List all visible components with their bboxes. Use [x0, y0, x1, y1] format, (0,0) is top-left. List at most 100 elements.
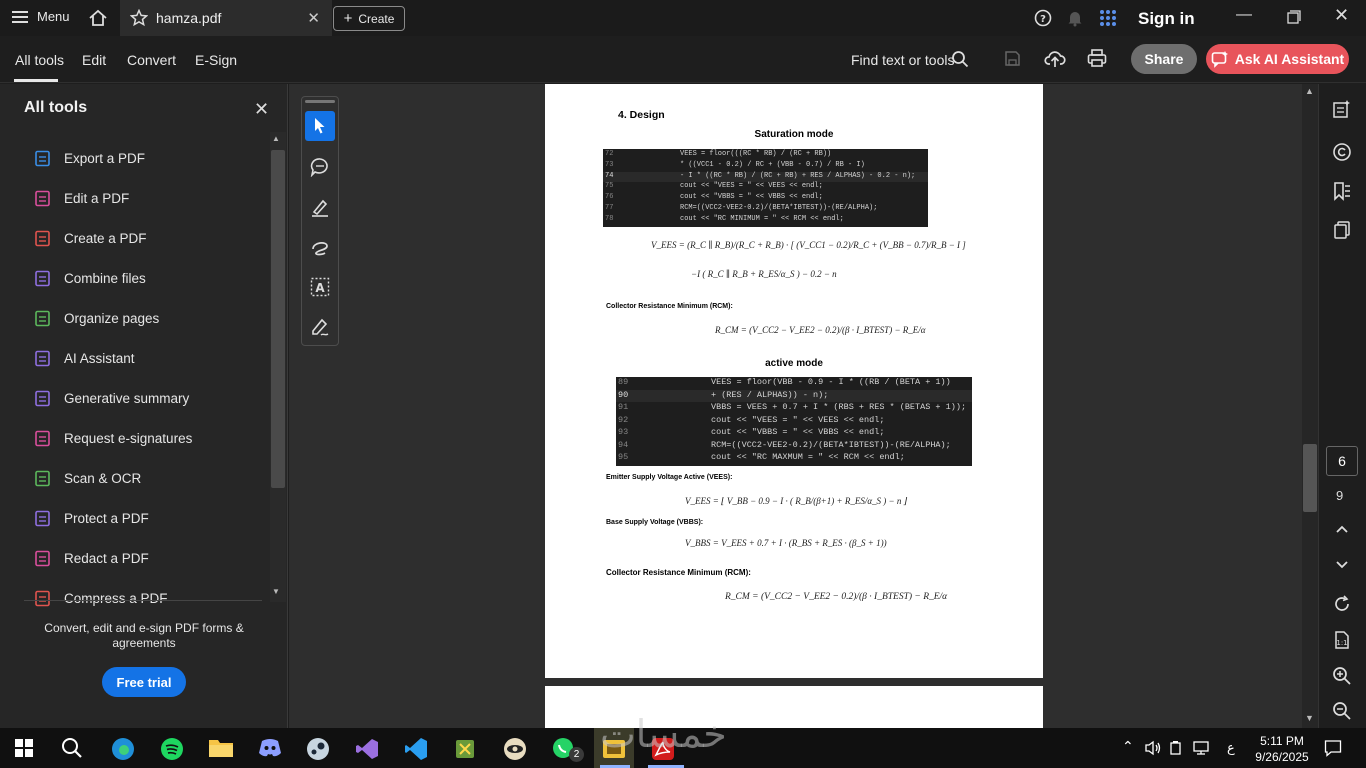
code-text: VEES = floor(((RC * RB) / (RC + RB)): [680, 150, 832, 158]
tool-item-redact-a-pdf[interactable]: Redact a PDF: [34, 546, 149, 570]
windows-start-icon[interactable]: [15, 739, 33, 757]
close-tab-icon[interactable]: ✕: [307, 9, 320, 27]
code-text: cout << "VBBS = " << VBBS << endl;: [680, 193, 823, 202]
tool-item-request-e-signatures[interactable]: Request e-signatures: [34, 426, 192, 450]
tab-edit[interactable]: Edit: [82, 52, 106, 68]
tool-icon: [35, 510, 50, 526]
scroll-up-icon[interactable]: ▲: [272, 134, 280, 143]
code-line: 74 - I * ((RC * RB) / (RC + RB) + RES / A…: [603, 171, 928, 183]
chevron-down-icon[interactable]: [1335, 560, 1349, 570]
equation-vbbs: V_BBS = V_EES + 0.7 + I · (R_BS + R_ES ·…: [685, 538, 887, 548]
battery-icon[interactable]: [1168, 740, 1184, 756]
system-clock[interactable]: 5:11 PM 9/26/2025: [1250, 733, 1314, 765]
line-number: 76: [605, 193, 614, 202]
steam-icon[interactable]: [306, 737, 330, 761]
tool-item-combine-files[interactable]: Combine files: [34, 266, 146, 290]
zoom-out-icon[interactable]: [1332, 701, 1352, 721]
snipping-tool-icon[interactable]: [453, 737, 477, 761]
notifications-icon[interactable]: [1324, 739, 1342, 757]
code-text: VBBS = VEES + 0.7 + I * (RBS + RES * (BE…: [711, 402, 967, 412]
free-trial-button[interactable]: Free trial: [102, 667, 186, 697]
apps-grid-icon[interactable]: [1099, 9, 1117, 27]
taskbar-search-icon[interactable]: [61, 737, 83, 759]
tool-item-edit-a-pdf[interactable]: Edit a PDF: [34, 186, 129, 210]
tool-item-generative-summary[interactable]: Generative summary: [34, 386, 189, 410]
saturation-mode-title: Saturation mode: [754, 129, 834, 140]
tool-item-ai-assistant[interactable]: AI Assistant: [34, 346, 135, 370]
ask-ai-assistant-button[interactable]: Ask AI Assistant: [1206, 44, 1349, 74]
panel-close-icon[interactable]: ✕: [254, 99, 269, 120]
panel-scrollbar-thumb[interactable]: [271, 150, 285, 488]
equation-rcm-active: R_CM = (V_CC2 − V_EE2 − 0.2)/(β · I_BTES…: [725, 592, 948, 602]
code-line: 93 cout << "VBBS = " << VBBS << endl;: [616, 427, 972, 440]
tool-item-scan-ocr[interactable]: Scan & OCR: [34, 466, 141, 490]
tool-item-organize-pages[interactable]: Organize pages: [34, 306, 159, 330]
sign-in-link[interactable]: Sign in: [1138, 9, 1195, 29]
tool-icon: [35, 270, 50, 286]
document-scrollbar-thumb[interactable]: [1303, 444, 1317, 512]
tool-icon: [35, 230, 50, 246]
total-pages: 9: [1336, 488, 1344, 503]
network-icon[interactable]: [1192, 740, 1210, 756]
tray-chevron-up-icon[interactable]: ⌃: [1122, 738, 1134, 755]
draw-tool-icon[interactable]: [310, 237, 330, 257]
comments-icon[interactable]: [1332, 142, 1352, 162]
select-tool-button[interactable]: [305, 111, 335, 141]
hamburger-icon: [12, 10, 28, 23]
search-icon[interactable]: [951, 50, 969, 68]
rotate-icon[interactable]: [1332, 594, 1352, 614]
volume-icon[interactable]: [1144, 740, 1162, 756]
tool-item-export-a-pdf[interactable]: Export a PDF: [34, 146, 145, 170]
restore-icon[interactable]: [1287, 10, 1301, 24]
file-explorer-icon[interactable]: [208, 737, 234, 759]
sign-tool-icon[interactable]: [310, 317, 330, 337]
bell-icon[interactable]: [1066, 9, 1084, 27]
spotify-icon[interactable]: [160, 737, 184, 761]
pages-icon[interactable]: [1332, 220, 1352, 240]
share-button[interactable]: Share: [1131, 44, 1197, 74]
cloud-upload-icon[interactable]: [1044, 49, 1066, 68]
edge-icon[interactable]: [111, 737, 135, 761]
save-icon[interactable]: [1004, 50, 1021, 67]
svg-text:1:1: 1:1: [1336, 639, 1347, 647]
vscode-icon[interactable]: [404, 737, 428, 761]
highlight-tool-icon[interactable]: [310, 197, 330, 217]
window-close-icon[interactable]: ✕: [1334, 5, 1349, 26]
tool-item-create-a-pdf[interactable]: Create a PDF: [34, 226, 147, 250]
equation-vees-saturation-line1: V_EES = (R_C ∥ R_B)/(R_C + R_B) · [ (V_C…: [651, 240, 966, 250]
find-text-label[interactable]: Find text or tools: [851, 52, 955, 68]
scroll-down-icon[interactable]: ▼: [272, 587, 280, 596]
fit-page-icon[interactable]: 1:1: [1332, 630, 1352, 650]
code-block-active: 89 VEES = floor(VBB - 0.9 - I * ((RB / (B…: [616, 377, 972, 466]
doc-scroll-up-icon[interactable]: ▲: [1305, 86, 1314, 96]
tool-item-compress-a-pdf[interactable]: Compress a PDF: [34, 586, 168, 610]
doc-scroll-down-icon[interactable]: ▼: [1305, 713, 1314, 723]
quick-tools-grip[interactable]: [305, 100, 335, 103]
minimize-icon[interactable]: —: [1236, 6, 1252, 24]
tab-convert[interactable]: Convert: [127, 52, 176, 68]
document-scrollbar[interactable]: [1302, 84, 1318, 728]
tool-item-protect-a-pdf[interactable]: Protect a PDF: [34, 506, 149, 530]
discord-icon[interactable]: [258, 737, 282, 759]
create-button[interactable]: + Create: [333, 6, 405, 31]
bookmarks-icon[interactable]: [1332, 181, 1352, 201]
home-icon[interactable]: [88, 8, 108, 28]
app-eye-icon[interactable]: [502, 737, 528, 761]
tab-esign[interactable]: E-Sign: [195, 52, 237, 68]
chevron-up-icon[interactable]: [1335, 524, 1349, 534]
active-mode-title: active mode: [765, 358, 823, 369]
edit-comment-icon[interactable]: [1332, 99, 1352, 119]
zoom-in-icon[interactable]: [1332, 666, 1352, 686]
visual-studio-icon[interactable]: [355, 737, 379, 761]
print-icon[interactable]: [1087, 49, 1107, 68]
tab-all-tools[interactable]: All tools: [15, 52, 64, 68]
star-icon[interactable]: [130, 9, 148, 27]
tool-icon: [35, 430, 50, 446]
comment-tool-icon[interactable]: [310, 157, 330, 177]
current-page-input[interactable]: 6: [1326, 446, 1358, 476]
menu-button[interactable]: Menu: [12, 9, 70, 24]
input-language[interactable]: ع: [1227, 740, 1235, 756]
help-icon[interactable]: ?: [1034, 9, 1052, 27]
text-tool-icon[interactable]: A: [310, 277, 330, 297]
document-tab[interactable]: hamza.pdf ✕: [120, 0, 332, 36]
